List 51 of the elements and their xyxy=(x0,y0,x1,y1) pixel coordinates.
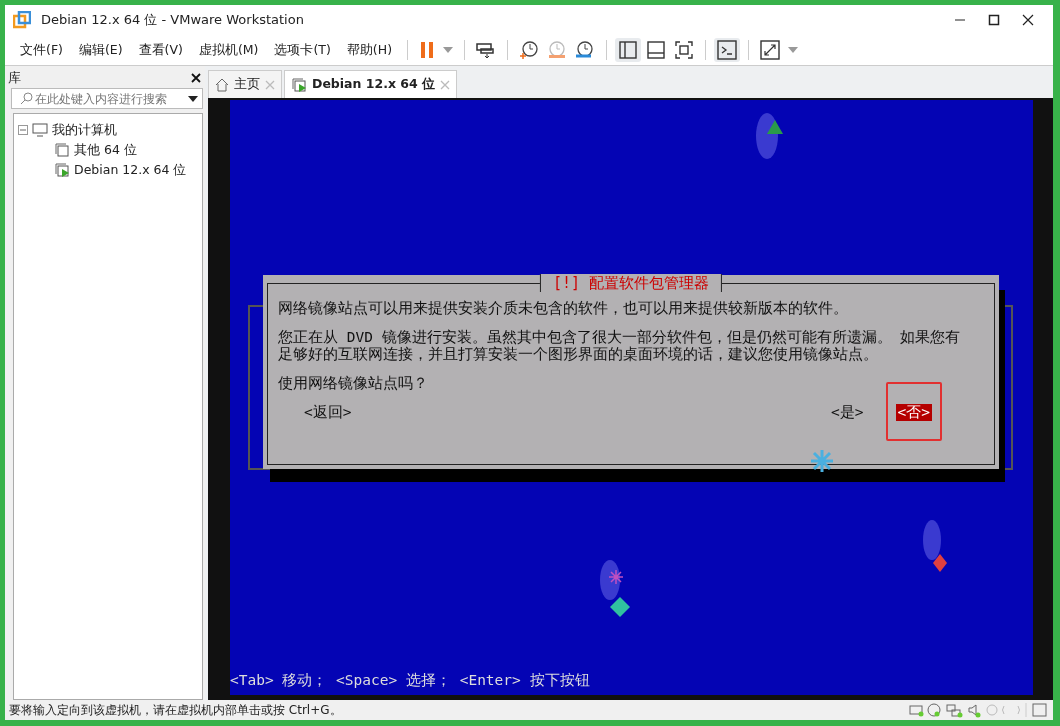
window-title: Debian 12.x 64 位 - VMware Workstation xyxy=(41,11,304,30)
stretch-icon[interactable] xyxy=(760,40,780,60)
sparkle-drawing xyxy=(600,560,631,618)
sparkle-drawing xyxy=(810,448,834,474)
key-hint-text: <Tab> 移动； <Space> 选择； <Enter> 按下按钮 xyxy=(230,671,590,691)
thumbnail-view-icon[interactable] xyxy=(646,40,666,60)
menu-item[interactable]: 选项卡(T) xyxy=(267,38,338,62)
caret-icon[interactable] xyxy=(788,47,798,53)
menu-item[interactable]: 帮助(H) xyxy=(339,38,399,62)
tree-item[interactable]: Debian 12.x 64 位 xyxy=(74,160,187,180)
sparkle-drawing xyxy=(923,520,948,573)
computer-icon xyxy=(32,123,48,137)
tree-item[interactable]: 其他 64 位 xyxy=(74,140,137,160)
tree-item[interactable]: 我的计算机 xyxy=(52,120,117,140)
running-vm-icon xyxy=(291,76,307,93)
menu-item[interactable]: 文件(F) xyxy=(13,38,70,62)
search-field[interactable]: 在此处键入内容进行搜索 xyxy=(11,88,203,109)
pause-icon[interactable] xyxy=(419,40,435,60)
dialog-text: 您正在从 DVD 镜像进行安装。虽然其中包含了很大一部分软件包，但是仍然可能有所遗漏。 如果您有足够好的互联网连接，并且打算安装一个图形界面的桌面环境的话，建议您使用镜像站点。 xyxy=(278,329,962,363)
caret-icon[interactable] xyxy=(443,47,453,53)
sidebar-view-icon[interactable] xyxy=(618,40,638,60)
close-icon[interactable] xyxy=(191,73,201,83)
dropdown-caret-icon[interactable] xyxy=(188,95,198,102)
vm-icon xyxy=(54,142,70,158)
tab[interactable]: 主页 xyxy=(208,70,282,98)
close-icon[interactable] xyxy=(1022,14,1034,26)
console-icon[interactable] xyxy=(717,40,737,60)
menu-item[interactable]: 查看(V) xyxy=(131,38,190,62)
menu-item[interactable]: 编辑(E) xyxy=(71,38,130,62)
collapse-icon[interactable] xyxy=(18,125,28,135)
dialog-button[interactable]: <是> xyxy=(829,404,866,421)
library-title: 库 xyxy=(8,69,21,88)
tab[interactable]: Debian 12.x 64 位 xyxy=(284,70,458,98)
search-icon xyxy=(20,92,33,105)
dialog-button[interactable]: <否> xyxy=(895,404,932,421)
menu-item[interactable]: 虚拟机(M) xyxy=(191,38,266,62)
full-screen-icon[interactable] xyxy=(674,40,694,60)
maximize-icon[interactable] xyxy=(988,14,1000,26)
running-vm-icon xyxy=(54,162,70,178)
sparkle-drawing xyxy=(755,113,785,160)
app-logo-icon xyxy=(13,11,31,29)
dialog-button[interactable]: <返回> xyxy=(302,404,354,421)
snapshot-manager-icon[interactable] xyxy=(575,40,595,60)
dialog-text: 使用网络镜像站点吗？ xyxy=(278,375,429,392)
dialog-text: 网络镜像站点可以用来提供安装介质未包含的软件，也可以用来提供较新版本的软件。 xyxy=(278,300,849,317)
dialog-title: [!] 配置软件包管理器 xyxy=(539,274,723,292)
snapshot-icon[interactable] xyxy=(519,40,539,60)
highlight-frame xyxy=(885,382,942,441)
home-icon xyxy=(215,77,229,92)
send-keys-icon[interactable] xyxy=(476,41,496,59)
status-text: 要将输入定向到该虚拟机，请在虚拟机内部单击或按 Ctrl+G。 xyxy=(9,702,342,719)
